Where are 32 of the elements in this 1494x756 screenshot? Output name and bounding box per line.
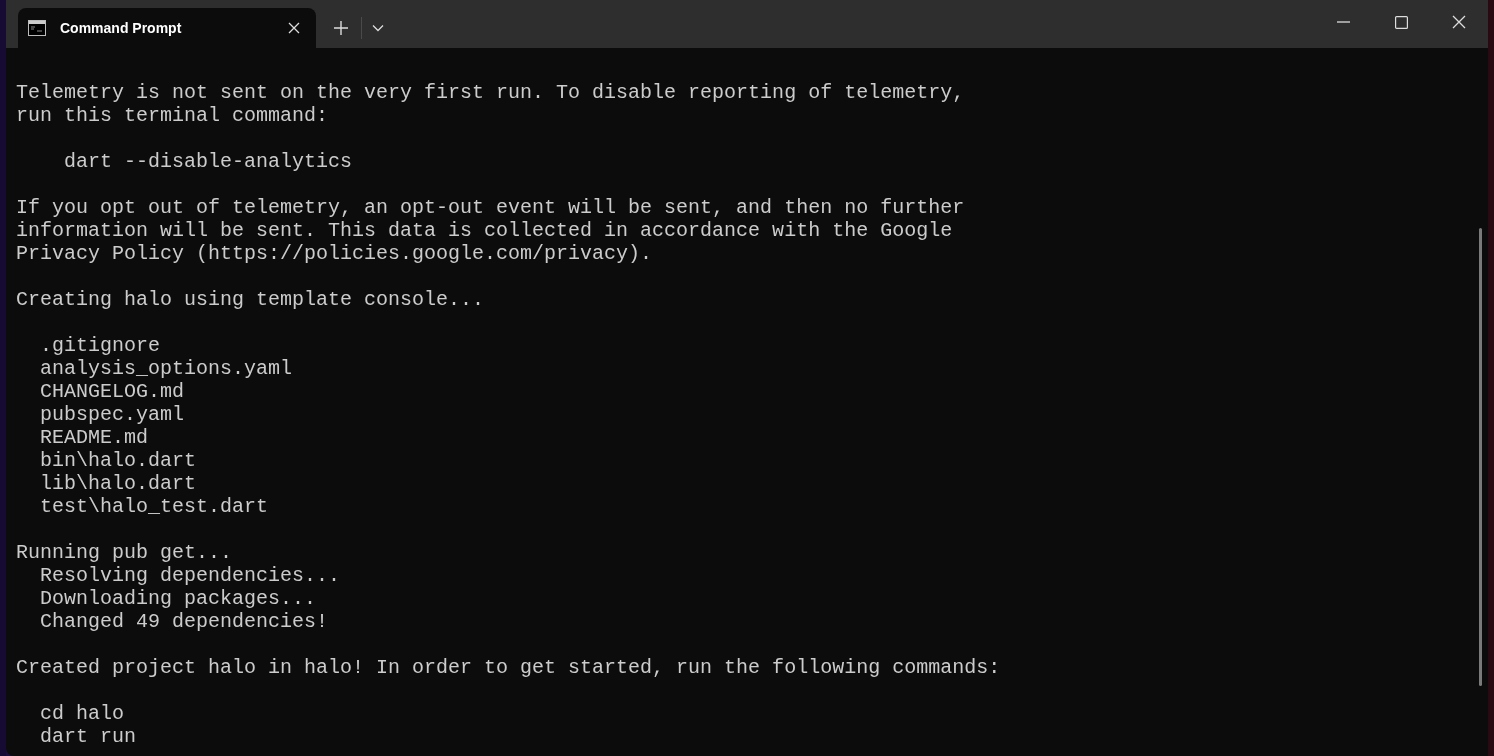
close-icon[interactable]	[1452, 15, 1466, 29]
chevron-down-icon[interactable]	[372, 24, 384, 32]
terminal-line: Telemetry is not sent on the very first run. To disable reporting of telemetry,	[16, 81, 965, 104]
tab[interactable]: Command Prompt	[18, 8, 316, 48]
terminal-line: CHANGELOG.md	[39, 380, 185, 403]
terminal-line: test\halo_test.dart	[39, 495, 269, 518]
terminal-line: run this terminal command:	[16, 104, 329, 127]
tab-title: Command Prompt	[60, 18, 183, 38]
terminal-line: Resolving dependencies...	[39, 564, 341, 587]
terminal-line: Privacy Policy (https://policies.google.com/privacy).	[16, 242, 653, 265]
terminal-line: dart run	[39, 725, 137, 748]
terminal-line: Running pub get...	[16, 541, 233, 564]
terminal-line: Created project halo in halo! In order to get started, run the following commands:	[16, 656, 1001, 679]
terminal-line: cd halo	[39, 702, 125, 725]
terminal-line: dart --disable-analytics	[63, 150, 353, 173]
terminal-line: lib\halo.dart	[39, 472, 197, 495]
terminal-line: README.md	[39, 426, 149, 449]
new-tab-icon[interactable]	[334, 21, 348, 35]
minimize-icon[interactable]	[1336, 21, 1350, 23]
terminal-line: analysis_options.yaml	[39, 357, 293, 380]
terminal-line: information will be sent. This data is collected in accordance with the Google	[16, 219, 953, 242]
scrollbar-thumb[interactable]	[1478, 228, 1482, 686]
terminal-icon	[28, 20, 46, 36]
terminal-line: pubspec.yaml	[39, 403, 185, 426]
terminal-line: If you opt out of telemetry, an opt-out event will be sent, and then no further	[16, 196, 965, 219]
terminal-line: Creating halo using template console...	[16, 288, 485, 311]
terminal-line: Downloading packages...	[39, 587, 317, 610]
terminal-line: .gitignore	[39, 334, 161, 357]
maximize-icon[interactable]	[1394, 15, 1408, 29]
terminal-line: bin\halo.dart	[39, 449, 197, 472]
close-icon[interactable]	[288, 22, 300, 34]
terminal-line: Changed 49 dependencies!	[39, 610, 329, 633]
